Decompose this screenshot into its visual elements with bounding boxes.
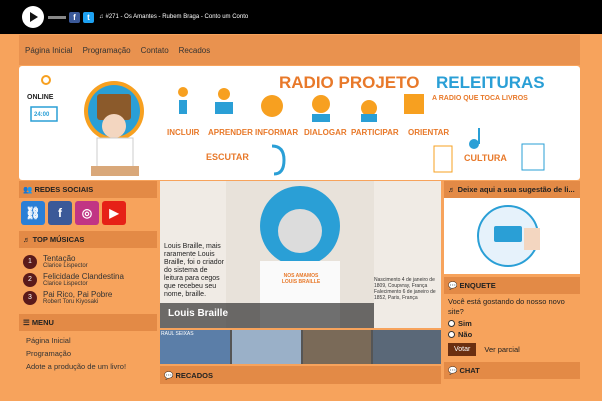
header-banner: ONLINE 24:00 RADIO PROJETO RELEITURAS A … [19, 66, 580, 180]
top-item[interactable]: 2 Felicidade Clandestina Clarice Lispecto… [23, 272, 153, 287]
word-dialogar: DIALOGAR [304, 128, 347, 137]
menu-adote[interactable]: Adote a produção de um livro! [26, 362, 153, 371]
poll-title: 💬 ENQUETE [444, 277, 580, 294]
word-informar: INFORMAR [255, 128, 299, 137]
hours-label: 24:00 [34, 112, 50, 118]
facebook-icon[interactable]: f [69, 11, 80, 23]
word-escutar: ESCUTAR [206, 152, 249, 162]
top-title: Tentação [43, 254, 76, 263]
slide-text: Louis Braille, mais raramente Louis Brai… [164, 243, 224, 298]
online-label: ONLINE [27, 94, 54, 101]
word-cultura: CULTURA [464, 153, 507, 163]
slide-caption: Louis Braille [168, 308, 229, 319]
nav-home[interactable]: Página Inicial [25, 46, 73, 55]
slide-dates: Nascimento 4 de janeiro de 1809, Coupvra… [374, 277, 436, 301]
featured-slide[interactable]: Louis Braille, mais raramente Louis Brai… [160, 181, 441, 328]
right-sidebar: ♬ Deixe aqui a sua sugestão de li... 💬 E… [444, 181, 580, 382]
word-aprender: APRENDER [208, 128, 253, 137]
radio-button[interactable] [448, 331, 455, 338]
rank-badge: 1 [23, 254, 37, 269]
content-column: Louis Braille, mais raramente Louis Brai… [160, 181, 441, 384]
banner-title-1: RADIO PROJETO [279, 73, 420, 92]
main-nav: Página Inicial Programação Contato Recad… [19, 35, 580, 65]
vote-button[interactable]: Votar [448, 343, 477, 356]
facebook-icon[interactable]: f [48, 201, 72, 225]
instagram-icon[interactable]: ◎ [75, 201, 99, 225]
top-author: Robert Toru Kiyosaki [43, 299, 99, 305]
music-icon: ♬ [448, 185, 458, 194]
top-author: Clarice Lispector [43, 281, 88, 287]
poll-box: 💬 ENQUETE Você está gostando do nosso no… [444, 277, 580, 359]
nav-programacao[interactable]: Programação [83, 46, 131, 55]
suggestion-box: ♬ Deixe aqui a sua sugestão de li... [444, 181, 580, 274]
chat-icon: 💬 [164, 370, 176, 380]
banner-title-2: RELEITURAS [436, 73, 545, 92]
poll-option-nao[interactable]: Não [448, 330, 576, 339]
play-button[interactable] [22, 6, 44, 28]
thumbnail[interactable]: RAUL SEIXAS [160, 330, 231, 364]
top-title: Pai Rico, Pai Pobre [43, 290, 113, 299]
suggestion-title: ♬ Deixe aqui a sua sugestão de li... [444, 181, 580, 198]
chat-icon: 💬 [448, 366, 460, 375]
thumbnail[interactable] [302, 330, 371, 364]
chat-icon: 💬 [448, 281, 460, 290]
rank-badge: 3 [23, 290, 37, 305]
nav-contato[interactable]: Contato [141, 46, 169, 55]
link-icon[interactable]: ⛓ [21, 201, 45, 225]
twitter-icon[interactable]: t [83, 11, 94, 23]
suggestion-image[interactable] [444, 198, 580, 274]
menu-box: ☰ MENU Página Inicial Programação Adote … [19, 314, 157, 378]
youtube-icon[interactable]: ▶ [102, 201, 126, 225]
left-sidebar: 👥 REDES SOCIAIS ⛓ f ◎ ▶ ♬ TOP MÚSICAS 1 … [19, 181, 157, 381]
top-music-title: ♬ TOP MÚSICAS [19, 231, 157, 248]
menu-home[interactable]: Página Inicial [26, 336, 153, 345]
banner-subtitle: A RADIO QUE TOCA LIVROS [432, 95, 528, 102]
phone-hand-art [477, 205, 540, 267]
poll-option-sim[interactable]: Sim [448, 319, 576, 328]
users-icon: 👥 [23, 185, 35, 194]
nav-recados[interactable]: Recados [179, 46, 211, 55]
social-box: 👥 REDES SOCIAIS ⛓ f ◎ ▶ [19, 181, 157, 228]
results-link[interactable]: Ver parcial [484, 345, 519, 354]
top-music-box: ♬ TOP MÚSICAS 1 Tentação Clarice Lispecto… [19, 231, 157, 311]
chat-title: 💬 CHAT [444, 362, 580, 379]
menu-title: ☰ MENU [19, 314, 157, 331]
now-playing-prefix: ♫ [99, 14, 104, 20]
word-participar: PARTICIPAR [351, 128, 399, 137]
volume-slider[interactable] [48, 15, 66, 19]
list-icon: ☰ [23, 318, 32, 327]
social-title: 👥 REDES SOCIAIS [19, 181, 157, 198]
word-incluir: INCLUIR [167, 128, 200, 137]
radio-button[interactable] [448, 320, 455, 327]
thumbnail[interactable] [232, 330, 301, 364]
chat-box: 💬 CHAT [444, 362, 580, 379]
top-item[interactable]: 3 Pai Rico, Pai Pobre Robert Toru Kiyosak… [23, 290, 153, 305]
thumbnail[interactable] [372, 330, 441, 364]
top-author: Clarice Lispector [43, 263, 88, 269]
poll-question: Você está gostando do nosso novo site? [448, 297, 565, 316]
top-title: Felicidade Clandestina [43, 272, 124, 281]
menu-programacao[interactable]: Programação [26, 349, 153, 358]
recados-header: 💬 RECADOS [160, 366, 441, 384]
word-orientar: ORIENTAR [408, 128, 450, 137]
audio-player-bar: f t ♫ #271 - Os Amantes - Rubem Braga - … [0, 0, 602, 34]
now-playing-track: #271 - Os Amantes - Rubem Braga - Conto … [105, 14, 249, 20]
shirt-text: NOS AMAMOS LOUIS BRAILLE [281, 273, 321, 285]
music-icon: ♬ [23, 235, 33, 244]
slide-thumbnails: RAUL SEIXAS [160, 330, 441, 364]
rank-badge: 2 [23, 272, 37, 287]
top-item[interactable]: 1 Tentação Clarice Lispector [23, 254, 153, 269]
